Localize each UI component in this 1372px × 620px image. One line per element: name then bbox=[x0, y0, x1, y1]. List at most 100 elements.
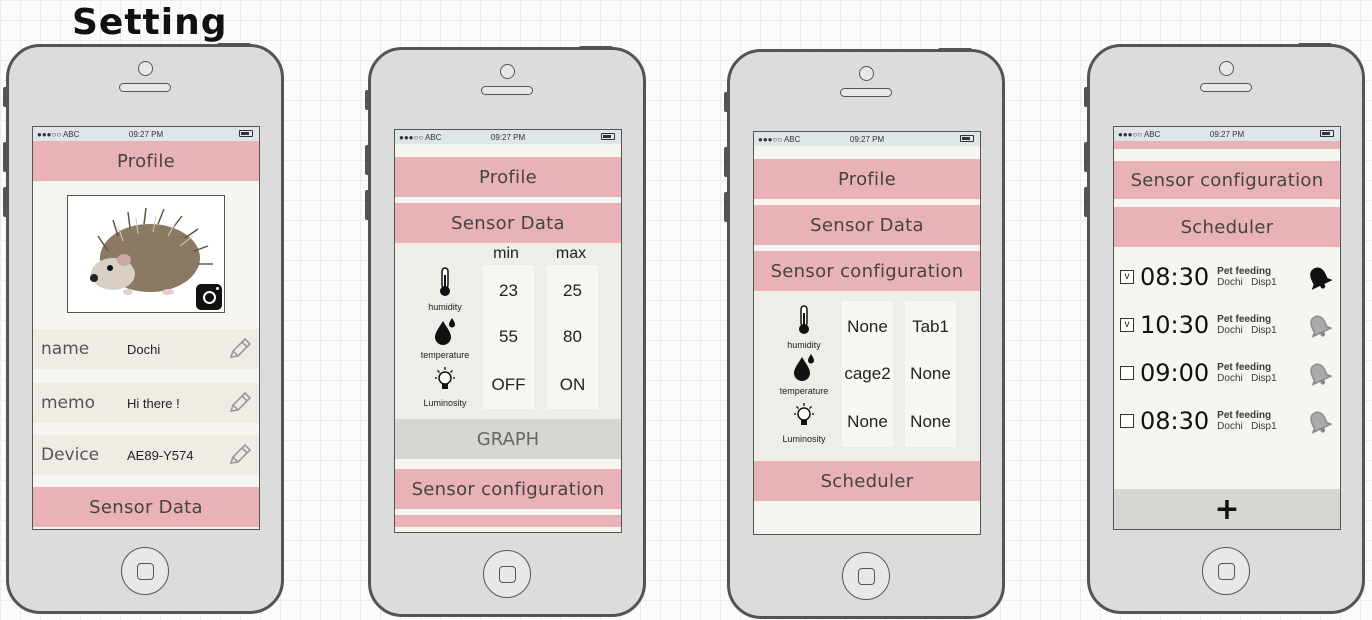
schedule-title: Pet feeding bbox=[1217, 266, 1272, 277]
field-value: AE89-Y574 bbox=[127, 447, 194, 463]
page-title: Setting bbox=[72, 2, 228, 43]
edit-pencil-icon[interactable] bbox=[227, 337, 253, 361]
bell-inactive-icon[interactable] bbox=[1306, 313, 1332, 339]
battery-icon bbox=[601, 133, 615, 140]
profile-button[interactable]: Profile bbox=[395, 157, 621, 197]
field-value: Dochi bbox=[127, 341, 161, 357]
sensor-label: temperature bbox=[420, 350, 470, 360]
screen-scheduler: ●●●○○ ABC 09:27 PM Sensor configuration … bbox=[1113, 126, 1341, 530]
schedule-device: Disp1 bbox=[1251, 421, 1277, 432]
graph-button[interactable]: GRAPH bbox=[395, 419, 621, 459]
schedule-device: Disp1 bbox=[1251, 277, 1277, 288]
camera bbox=[1219, 61, 1234, 76]
schedule-pet: Dochi bbox=[1217, 277, 1243, 288]
status-bar: ●●●○○ ABC 09:27 PM bbox=[754, 132, 980, 146]
schedule-checkbox[interactable] bbox=[1120, 366, 1134, 380]
profile-header[interactable]: Profile bbox=[33, 141, 259, 181]
field-label: memo bbox=[41, 393, 95, 413]
thermometer-icon bbox=[799, 305, 809, 334]
schedule-time: 09:00 bbox=[1140, 359, 1210, 387]
phone-frame-sensor-data: ●●●○○ ABC 09:27 PM Profile Sensor Data m… bbox=[365, 46, 646, 617]
max-value[interactable]: ON bbox=[547, 375, 598, 395]
sensor-configuration-header[interactable]: Sensor configuration bbox=[754, 251, 980, 291]
profile-row-memo: memo Hi there ! bbox=[33, 383, 259, 423]
bulb-icon bbox=[435, 367, 455, 389]
camera bbox=[859, 66, 874, 81]
bell-inactive-icon[interactable] bbox=[1306, 361, 1332, 387]
schedule-device: Disp1 bbox=[1251, 373, 1277, 384]
sensor-data-header[interactable]: Sensor Data bbox=[395, 203, 621, 243]
profile-row-name: name Dochi bbox=[33, 329, 259, 369]
assignment-value[interactable]: None bbox=[905, 412, 956, 432]
screen-sensor-config: ●●●○○ ABC 09:27 PM Profile Sensor Data S… bbox=[753, 131, 981, 535]
screen-sensor-data: ●●●○○ ABC 09:27 PM Profile Sensor Data m… bbox=[394, 129, 622, 533]
sensor-temperature: temperature bbox=[395, 317, 495, 360]
sensor-label: Luminosity bbox=[782, 434, 826, 444]
schedule-title: Pet feeding bbox=[1217, 410, 1272, 421]
sensor-label: temperature bbox=[779, 386, 829, 396]
sensor-data-button[interactable]: Sensor Data bbox=[33, 487, 259, 527]
status-time: 09:27 PM bbox=[849, 134, 885, 144]
home-button[interactable] bbox=[121, 547, 169, 595]
max-value[interactable]: 80 bbox=[547, 327, 598, 347]
drops-icon bbox=[435, 318, 455, 345]
instagram-icon[interactable] bbox=[196, 284, 222, 310]
speaker bbox=[1200, 83, 1252, 92]
bell-inactive-icon[interactable] bbox=[1306, 409, 1332, 435]
status-bar: ●●●○○ ABC 09:27 PM bbox=[33, 127, 259, 141]
status-time: 09:27 PM bbox=[128, 129, 164, 139]
camera bbox=[500, 64, 515, 79]
phone-frame-sensor-config: ●●●○○ ABC 09:27 PM Profile Sensor Data S… bbox=[724, 48, 1005, 619]
schedule-item[interactable]: 08:30 Pet feeding Dochi Disp1 bbox=[1114, 397, 1340, 445]
field-label: name bbox=[41, 339, 90, 359]
thermometer-icon bbox=[440, 267, 450, 296]
scheduler-button[interactable]: Scheduler bbox=[754, 461, 980, 501]
home-button[interactable] bbox=[1202, 547, 1250, 595]
screen-profile: ●●●○○ ABC 09:27 PM Profile name Dochi me… bbox=[32, 126, 260, 530]
schedule-item[interactable]: 09:00 Pet feeding Dochi Disp1 bbox=[1114, 349, 1340, 397]
schedule-pet: Dochi bbox=[1217, 373, 1243, 384]
scheduler-header[interactable]: Scheduler bbox=[1114, 207, 1340, 247]
battery-icon bbox=[239, 130, 253, 137]
sensor-humidity: humidity bbox=[754, 305, 854, 350]
schedule-item[interactable]: v 08:30 Pet feeding Dochi Disp1 bbox=[1114, 253, 1340, 301]
assignment-value[interactable]: None bbox=[905, 364, 956, 384]
phone-frame-profile: ●●●○○ ABC 09:27 PM Profile name Dochi me… bbox=[3, 43, 284, 614]
sensor-configuration-button[interactable]: Sensor configuration bbox=[395, 469, 621, 509]
drops-icon bbox=[794, 354, 814, 381]
profile-button[interactable]: Profile bbox=[754, 159, 980, 199]
schedule-checkbox[interactable]: v bbox=[1120, 318, 1134, 332]
schedule-title: Pet feeding bbox=[1217, 314, 1272, 325]
sensor-label: humidity bbox=[787, 340, 821, 350]
battery-icon bbox=[960, 135, 974, 142]
sensor-label: humidity bbox=[428, 302, 462, 312]
max-value[interactable]: 25 bbox=[547, 281, 598, 301]
home-button[interactable] bbox=[483, 550, 531, 598]
assignment-value[interactable]: Tab1 bbox=[905, 317, 956, 337]
max-header: max bbox=[555, 245, 587, 262]
sensor-configuration-button[interactable]: Sensor configuration bbox=[1114, 161, 1340, 199]
previous-section-stub bbox=[1114, 141, 1340, 149]
pet-photo[interactable] bbox=[67, 195, 225, 313]
schedule-info: Pet feeding Dochi Disp1 bbox=[1217, 362, 1277, 384]
edit-pencil-icon[interactable] bbox=[227, 391, 253, 415]
status-time: 09:27 PM bbox=[490, 132, 526, 142]
field-label: Device bbox=[41, 445, 100, 465]
assignment-column-2: Tab1 None None bbox=[905, 301, 956, 447]
sensor-temperature: temperature bbox=[754, 353, 854, 396]
status-bar: ●●●○○ ABC 09:27 PM bbox=[395, 130, 621, 144]
schedule-item[interactable]: v 10:30 Pet feeding Dochi Disp1 bbox=[1114, 301, 1340, 349]
speaker bbox=[840, 88, 892, 97]
schedule-time: 08:30 bbox=[1140, 263, 1210, 291]
bell-active-icon[interactable] bbox=[1306, 265, 1332, 291]
sensor-data-button[interactable]: Sensor Data bbox=[754, 205, 980, 245]
home-button[interactable] bbox=[842, 552, 890, 600]
schedule-checkbox[interactable]: v bbox=[1120, 270, 1134, 284]
add-schedule-button[interactable]: + bbox=[1114, 489, 1340, 529]
schedule-title: Pet feeding bbox=[1217, 362, 1272, 373]
edit-pencil-icon[interactable] bbox=[227, 443, 253, 467]
schedule-checkbox[interactable] bbox=[1120, 414, 1134, 428]
schedule-pet: Dochi bbox=[1217, 325, 1243, 336]
schedule-info: Pet feeding Dochi Disp1 bbox=[1217, 410, 1277, 432]
schedule-info: Pet feeding Dochi Disp1 bbox=[1217, 314, 1277, 336]
